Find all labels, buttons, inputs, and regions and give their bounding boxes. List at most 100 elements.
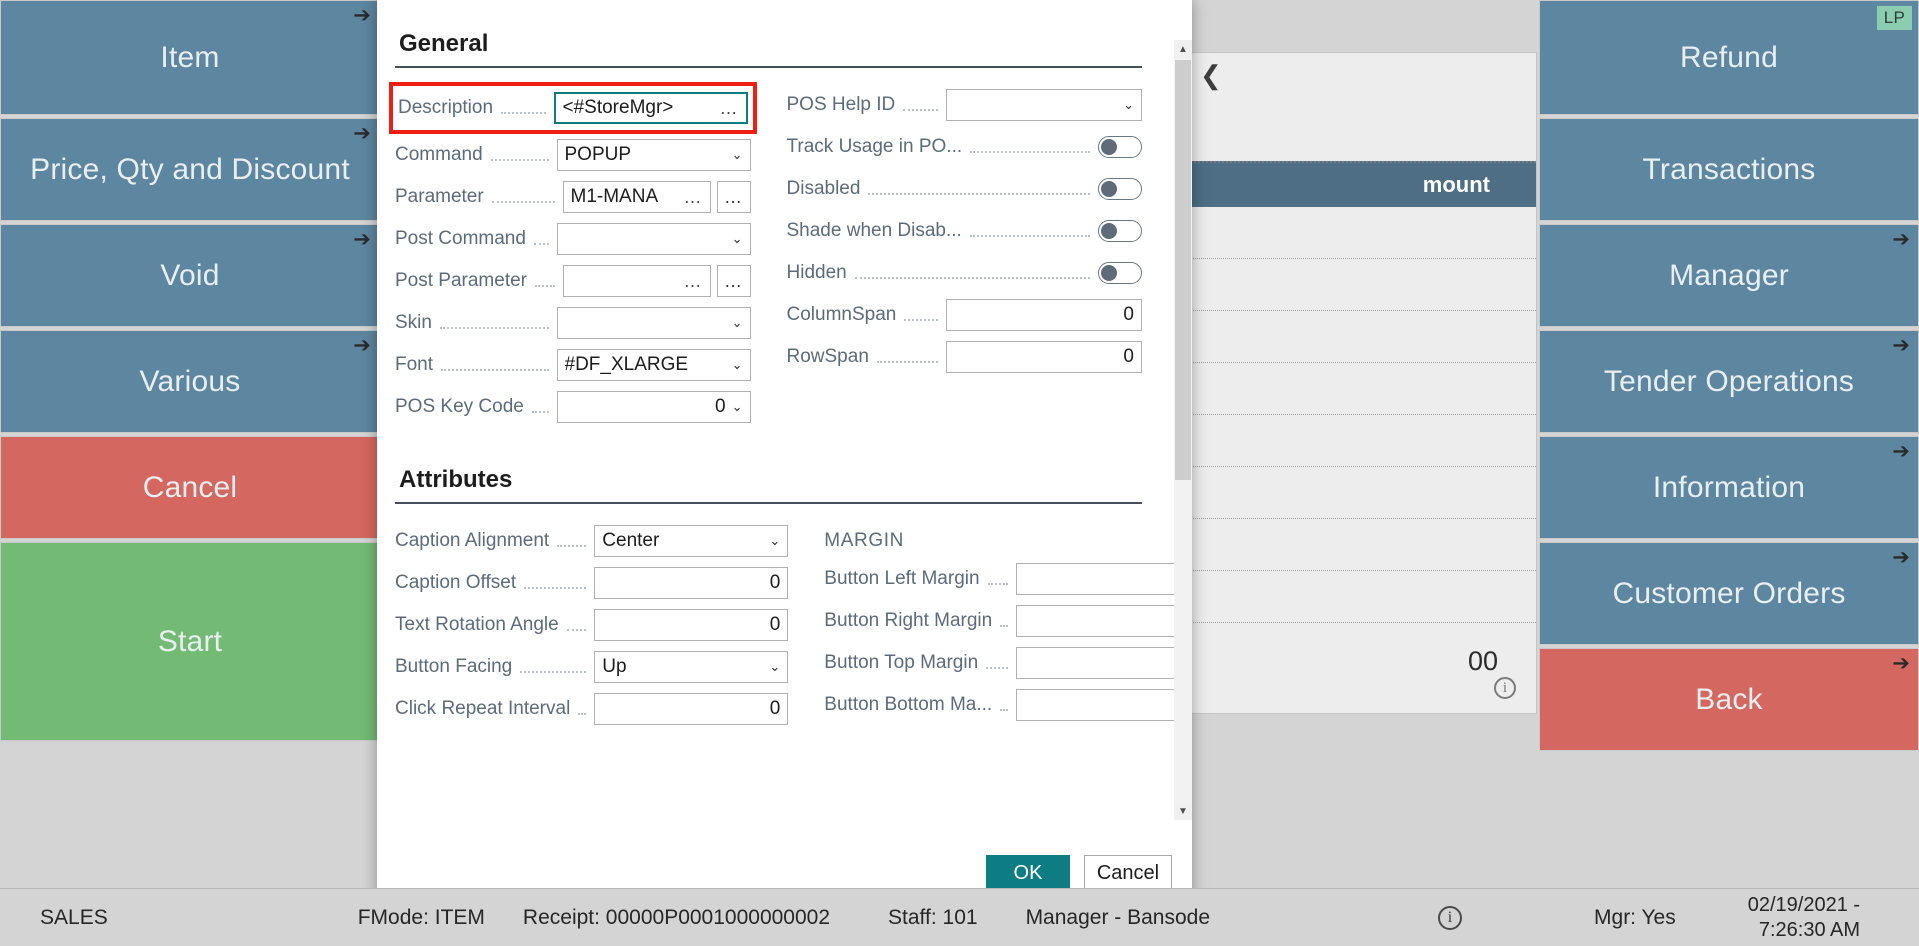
- leader-dots: [854, 267, 1090, 279]
- inline-ellipsis-icon[interactable]: …: [684, 271, 703, 292]
- select-command[interactable]: POPUP ⌄: [556, 139, 751, 171]
- leader-dots: [524, 577, 587, 589]
- input-parameter[interactable]: M1-MANA…: [562, 181, 711, 213]
- field-value-columnspan: 0: [1123, 304, 1134, 325]
- group-label-margin: MARGIN: [824, 530, 904, 551]
- input-button-left-margin[interactable]: 0: [1016, 563, 1192, 595]
- dialog-scrollbar[interactable]: ▲ ▼: [1174, 40, 1192, 820]
- chevron-down-icon[interactable]: ⌄: [732, 357, 743, 373]
- browse-button-parameter[interactable]: …: [716, 181, 751, 213]
- field-label-hidden: Hidden: [786, 262, 847, 283]
- toggle-hidden[interactable]: [1098, 262, 1142, 284]
- scroll-down-icon[interactable]: ▼: [1174, 802, 1192, 820]
- field-value-click-repeat-interval: 0: [769, 698, 781, 719]
- scroll-up-icon[interactable]: ▲: [1174, 40, 1192, 58]
- chevron-down-icon[interactable]: ⌄: [769, 659, 780, 675]
- field-value-button-facing: Up: [602, 656, 627, 677]
- leader-dots: [970, 141, 1090, 153]
- chevron-down-icon[interactable]: ⌄: [732, 231, 743, 247]
- pos-button-label: Start: [157, 624, 223, 658]
- chevron-down-icon[interactable]: ⌄: [732, 399, 743, 415]
- chevron-down-icon[interactable]: ⌄: [769, 533, 780, 549]
- pos-button-label: Refund: [1680, 40, 1778, 74]
- field-control-wrap: [1098, 220, 1142, 242]
- pos-button-back[interactable]: ➔ Back: [1539, 648, 1919, 751]
- field-row-button-top-margin: Button Top Margin 0: [824, 644, 1192, 682]
- input-columnspan[interactable]: 0: [946, 299, 1142, 331]
- pos-button-start[interactable]: Start: [0, 542, 380, 741]
- field-row-columnspan: ColumnSpan 0: [787, 296, 1142, 334]
- cancel-button[interactable]: Cancel: [1084, 855, 1172, 891]
- field-label-button-left-margin: Button Left Margin: [824, 568, 980, 589]
- pos-button-label: Manager: [1669, 258, 1789, 292]
- pos-button-label: Customer Orders: [1612, 576, 1846, 610]
- inline-ellipsis-icon[interactable]: …: [720, 98, 739, 119]
- section-divider-general: [395, 66, 1142, 68]
- leader-dots: [1000, 615, 1009, 627]
- input-caption-offset[interactable]: 0: [594, 567, 789, 599]
- input-button-bottom-ma[interactable]: 0: [1016, 689, 1192, 721]
- input-text-rotation-angle[interactable]: 0: [594, 609, 789, 641]
- field-value-button-right-margin: 0: [1024, 610, 1192, 632]
- input-description[interactable]: <#StoreMgr>…: [553, 92, 748, 124]
- arrow-right-icon: ➔: [353, 334, 371, 357]
- status-receipt: Receipt: 00000P0001000000002: [522, 905, 831, 929]
- field-control-wrap: ⌄: [556, 307, 751, 339]
- field-row-button-bottom-ma: Button Bottom Ma... 0: [824, 686, 1192, 724]
- select-post-command[interactable]: ⌄: [556, 223, 751, 255]
- input-rowspan[interactable]: 0: [946, 341, 1142, 373]
- input-click-repeat-interval[interactable]: 0: [594, 693, 789, 725]
- toggle-shade-when-disab[interactable]: [1098, 220, 1142, 242]
- toggle-track-usage-in-po[interactable]: [1098, 136, 1142, 158]
- field-row-post-command: Post Command ⌄: [395, 220, 751, 258]
- leader-dots: [557, 535, 587, 547]
- pos-button-information[interactable]: ➔ Information: [1539, 436, 1919, 539]
- chevron-down-icon[interactable]: ⌄: [732, 147, 743, 163]
- info-icon[interactable]: i: [1494, 677, 1516, 699]
- chevron-down-icon[interactable]: ⌄: [1123, 97, 1134, 113]
- pos-button-label: Various: [139, 364, 241, 398]
- status-manager: Manager - Bansode: [1025, 905, 1211, 929]
- pos-button-tender-operations[interactable]: ➔ Tender Operations: [1539, 330, 1919, 433]
- field-label-rowspan: RowSpan: [786, 346, 869, 367]
- field-control-wrap: [1098, 178, 1142, 200]
- pos-button-transactions[interactable]: Transactions: [1539, 118, 1919, 221]
- leader-dots: [876, 351, 938, 363]
- leader-dots: [491, 191, 555, 203]
- pos-button-customer-orders[interactable]: ➔ Customer Orders: [1539, 542, 1919, 645]
- pos-button-void[interactable]: ➔ Void: [0, 224, 380, 327]
- input-button-right-margin[interactable]: 0: [1016, 605, 1192, 637]
- highlight-box-description: Description <#StoreMgr>…: [389, 82, 757, 134]
- select-font[interactable]: #DF_XLARGE ⌄: [556, 349, 751, 381]
- field-control-wrap: POPUP ⌄: [556, 139, 751, 171]
- pos-button-item[interactable]: ➔ Item: [0, 0, 380, 115]
- field-row-disabled: Disabled: [787, 170, 1142, 208]
- field-value-button-left-margin: 0: [1024, 568, 1192, 590]
- pos-button-price-qty-and-discount[interactable]: ➔ Price, Qty and Discount: [0, 118, 380, 221]
- pos-button-cancel[interactable]: Cancel: [0, 436, 380, 539]
- toggle-disabled[interactable]: [1098, 178, 1142, 200]
- leader-dots: [904, 309, 938, 321]
- field-label-font: Font: [395, 354, 434, 375]
- browse-button-post-parameter[interactable]: …: [716, 265, 751, 297]
- field-label-post-command: Post Command: [395, 228, 526, 249]
- chevron-down-icon[interactable]: ⌄: [732, 315, 743, 331]
- pos-button-manager[interactable]: ➔ Manager: [1539, 224, 1919, 327]
- select-pos-help-id[interactable]: ⌄: [946, 89, 1142, 121]
- select-pos-key-code[interactable]: 0 ⌄: [556, 391, 751, 423]
- pos-button-refund[interactable]: LP Refund: [1539, 0, 1919, 115]
- inline-ellipsis-icon[interactable]: …: [684, 187, 703, 208]
- field-control-wrap: [1098, 136, 1142, 158]
- input-button-top-margin[interactable]: 0: [1016, 647, 1192, 679]
- ok-button[interactable]: OK: [986, 855, 1070, 891]
- input-post-parameter[interactable]: …: [562, 265, 711, 297]
- pos-button-various[interactable]: ➔ Various: [0, 330, 380, 433]
- status-info-icon[interactable]: i: [1438, 905, 1463, 930]
- field-value-pos-key-code: 0: [715, 396, 726, 417]
- select-skin[interactable]: ⌄: [556, 307, 751, 339]
- scrollbar-thumb[interactable]: [1175, 60, 1191, 480]
- select-caption-alignment[interactable]: Center ⌄: [594, 525, 789, 557]
- field-row-post-parameter: Post Parameter……: [395, 262, 751, 300]
- chevron-left-icon[interactable]: ❮: [1200, 60, 1222, 91]
- select-button-facing[interactable]: Up ⌄: [594, 651, 789, 683]
